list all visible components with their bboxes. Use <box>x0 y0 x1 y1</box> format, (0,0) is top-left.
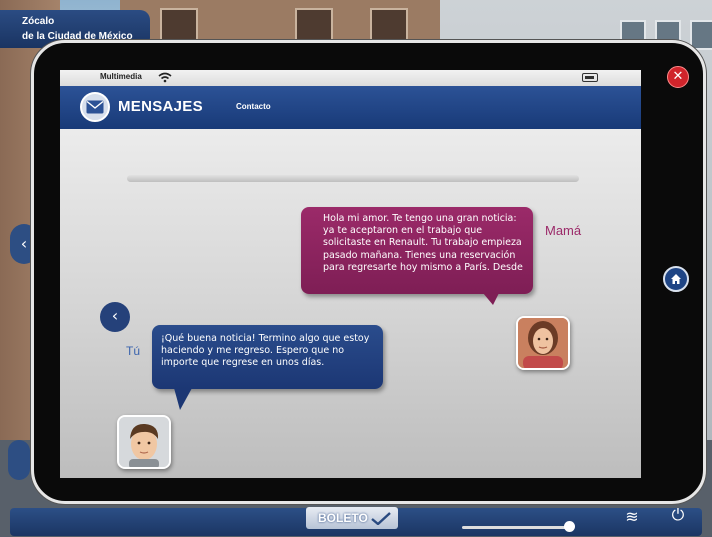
tab-contacto[interactable]: Contacto <box>236 102 271 111</box>
message-text: ¡Qué buena noticia! Termino algo que est… <box>161 333 370 369</box>
messages-header: MENSAJES Contacto <box>60 86 641 129</box>
home-icon <box>671 274 681 284</box>
carrier-label: Multimedia <box>100 72 142 81</box>
avatar-tu <box>117 415 171 469</box>
battery-icon <box>582 73 598 82</box>
ticket-icon <box>371 512 391 525</box>
tablet-screen: Multimedia MENSAJES Contacto Hola mi amo… <box>60 70 641 478</box>
speaker-label-tu: Tú <box>126 344 141 358</box>
mail-icon <box>80 92 110 122</box>
page-title: MENSAJES <box>118 98 203 115</box>
power-icon[interactable]: ⏻ <box>664 503 692 527</box>
close-button[interactable]: ✕ <box>667 66 689 88</box>
home-button[interactable] <box>663 266 689 292</box>
avatar-mama <box>516 316 570 370</box>
message-bubble-tu: ¡Qué buena noticia! Termino algo que est… <box>152 325 383 410</box>
speaker-label-mama: Mamá <box>545 223 582 238</box>
back-button[interactable]: ‹ <box>100 302 130 332</box>
volume-slider-track[interactable] <box>462 526 574 529</box>
layers-icon[interactable]: ≋ <box>618 505 646 529</box>
message-text: Hola mi amor. Te tengo una gran noticia:… <box>323 213 523 273</box>
scene-left-lower-button[interactable] <box>8 440 30 480</box>
volume-slider-knob[interactable] <box>564 521 575 532</box>
location-name: Zócalo <box>22 16 55 27</box>
boleto-label: BOLETO <box>318 511 368 525</box>
boleto-button[interactable]: BOLETO <box>306 507 398 529</box>
wifi-icon <box>158 72 172 83</box>
message-bubble-mama: Hola mi amor. Te tengo una gran noticia:… <box>301 207 533 305</box>
scroll-divider <box>127 175 579 182</box>
status-bar: Multimedia <box>60 70 641 86</box>
